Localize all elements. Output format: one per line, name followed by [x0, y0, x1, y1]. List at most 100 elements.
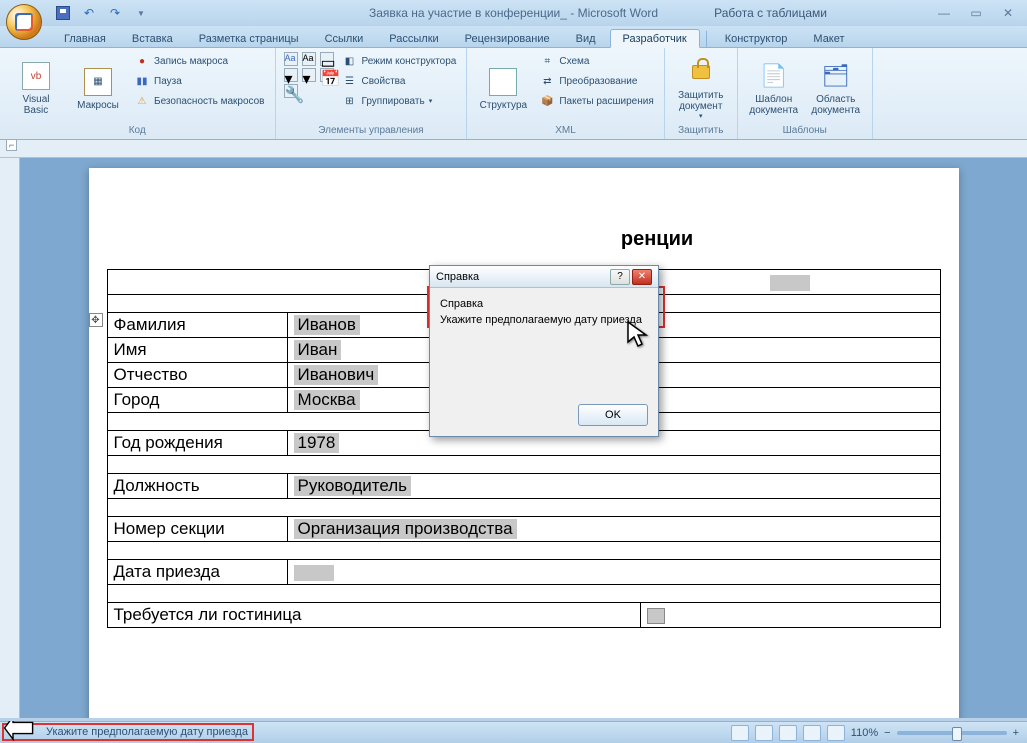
text-control-icon[interactable]: Aa: [302, 52, 316, 66]
tab-review[interactable]: Рецензирование: [453, 30, 562, 47]
record-icon: ●: [134, 53, 150, 69]
arrival-date-field[interactable]: [294, 565, 334, 581]
macro-security-button[interactable]: ⚠Безопасность макросов: [132, 92, 267, 110]
view-web-button[interactable]: [779, 725, 797, 741]
richtext-control-icon[interactable]: Aa: [284, 52, 298, 66]
lock-icon: [692, 65, 710, 79]
table-move-handle[interactable]: ✥: [89, 313, 103, 327]
maximize-button[interactable]: ▭: [965, 4, 987, 22]
office-button[interactable]: [6, 4, 42, 40]
zoom-slider[interactable]: [897, 731, 1007, 735]
window-title: Заявка на участие в конференции_ - Micro…: [369, 6, 658, 20]
save-button[interactable]: [52, 2, 74, 24]
view-fullscreen-button[interactable]: [755, 725, 773, 741]
surname-field[interactable]: Иванов: [294, 315, 360, 335]
zoom-level[interactable]: 110%: [851, 727, 878, 739]
tab-page-layout[interactable]: Разметка страницы: [187, 30, 311, 47]
schema-button[interactable]: ⌗Схема: [537, 52, 655, 70]
dialog-line1: Справка: [440, 296, 648, 312]
document-title: Заявка на участие в конференции: [107, 228, 941, 251]
section-field[interactable]: Организация производства: [294, 519, 517, 539]
group-title-code: Код: [8, 124, 267, 137]
patronymic-field[interactable]: Иванович: [294, 365, 379, 385]
horizontal-ruler[interactable]: ⌐: [0, 140, 1027, 158]
ok-button[interactable]: OK: [578, 404, 648, 426]
city-field[interactable]: Москва: [294, 390, 360, 410]
chevron-down-icon: ▾: [429, 97, 433, 105]
group-title-templates: Шаблоны: [746, 124, 864, 137]
tab-references[interactable]: Ссылки: [313, 30, 376, 47]
properties-icon: ☰: [342, 73, 358, 89]
protect-document-button[interactable]: Защитить документ ▾: [673, 52, 729, 124]
design-mode-button[interactable]: ◧Режим конструктора: [340, 52, 459, 70]
group-button[interactable]: ⊞Группировать▾: [340, 92, 459, 110]
zoom-in-button[interactable]: +: [1013, 727, 1019, 739]
zoom-out-button[interactable]: −: [884, 727, 890, 739]
transform-icon: ⇄: [539, 73, 555, 89]
date-field[interactable]: [770, 275, 810, 291]
tab-view[interactable]: Вид: [564, 30, 608, 47]
dialog-close-button[interactable]: ✕: [632, 269, 652, 285]
ruler-corner-icon[interactable]: ⌐: [6, 140, 17, 151]
redo-button[interactable]: ↷: [104, 2, 126, 24]
ribbon-group-templates: 📄 Шаблон документа 🗂 Область документа Ш…: [738, 48, 873, 139]
annotation-highlight-status: Укажите предполагаемую дату приезда: [2, 723, 254, 741]
pause-macro-button[interactable]: ▮▮Пауза: [132, 72, 267, 90]
save-icon: [56, 6, 70, 20]
document-template-button[interactable]: 📄 Шаблон документа: [746, 52, 802, 124]
ribbon-group-protect: Защитить документ ▾ Защитить: [665, 48, 738, 139]
ribbon-group-controls: Aa Aa ▭ ▾ ▾ 📅 🔧 ◧Режим конструктора ☰Сво…: [276, 48, 468, 139]
date-control-icon[interactable]: 📅: [320, 68, 334, 82]
ribbon-group-xml: Структура ⌗Схема ⇄Преобразование 📦Пакеты…: [467, 48, 664, 139]
dropdown-control-icon[interactable]: ▾: [302, 68, 316, 82]
document-panel-button[interactable]: 🗂 Область документа: [808, 52, 864, 124]
ribbon-group-code: vb Visual Basic ▦ Макросы ●Запись макрос…: [0, 48, 276, 139]
transform-button[interactable]: ⇄Преобразование: [537, 72, 655, 90]
document-canvas[interactable]: Заявка на участие в конференции ✥ Дата з…: [20, 158, 1027, 718]
dialog-line2: Укажите предполагаемую дату приезда: [440, 312, 648, 328]
tab-insert[interactable]: Вставка: [120, 30, 185, 47]
expansion-packs-button[interactable]: 📦Пакеты расширения: [537, 92, 655, 110]
vertical-ruler[interactable]: [0, 158, 20, 718]
group-title-protect: Защитить: [673, 124, 729, 137]
table-row: Номер секции Организация производства: [107, 517, 940, 542]
group-icon: ⊞: [342, 93, 358, 109]
picture-control-icon[interactable]: ▭: [320, 52, 334, 66]
tab-divider: [706, 31, 707, 47]
table-row: Дата приезда: [107, 560, 940, 585]
table-row: Требуется ли гостиница: [107, 603, 940, 628]
view-print-layout-button[interactable]: [731, 725, 749, 741]
ribbon-tabs: Главная Вставка Разметка страницы Ссылки…: [0, 26, 1027, 48]
view-outline-button[interactable]: [803, 725, 821, 741]
tab-table-design[interactable]: Конструктор: [713, 30, 800, 47]
tab-table-layout[interactable]: Макет: [801, 30, 856, 47]
tab-home[interactable]: Главная: [52, 30, 118, 47]
combo-control-icon[interactable]: ▾: [284, 68, 298, 82]
close-button[interactable]: ✕: [997, 4, 1019, 22]
dialog-titlebar[interactable]: Справка ? ✕: [430, 266, 658, 288]
undo-button[interactable]: ↶: [78, 2, 100, 24]
birth-year-field[interactable]: 1978: [294, 433, 340, 453]
dialog-help-button[interactable]: ?: [610, 269, 630, 285]
tab-developer[interactable]: Разработчик: [610, 29, 700, 48]
design-mode-icon: ◧: [342, 53, 358, 69]
qat-customize[interactable]: ▼: [130, 2, 152, 24]
structure-button[interactable]: Структура: [475, 52, 531, 124]
legacy-tools-icon[interactable]: 🔧: [284, 84, 298, 98]
visual-basic-icon: vb: [22, 62, 50, 90]
tab-mailings[interactable]: Рассылки: [377, 30, 450, 47]
macros-button[interactable]: ▦ Макросы: [70, 52, 126, 124]
view-draft-button[interactable]: [827, 725, 845, 741]
minimize-button[interactable]: —: [933, 4, 955, 22]
position-field[interactable]: Руководитель: [294, 476, 412, 496]
statusbar: Укажите предполагаемую дату приезда 110%…: [0, 721, 1027, 743]
record-macro-button[interactable]: ●Запись макроса: [132, 52, 267, 70]
visual-basic-button[interactable]: vb Visual Basic: [8, 52, 64, 124]
hotel-checkbox[interactable]: [647, 608, 665, 624]
help-dialog: Справка ? ✕ Справка Укажите предполагаем…: [429, 265, 659, 437]
undo-icon: ↶: [84, 6, 94, 20]
properties-button[interactable]: ☰Свойства: [340, 72, 459, 90]
table-row: Должность Руководитель: [107, 474, 940, 499]
name-field[interactable]: Иван: [294, 340, 342, 360]
document-page: Заявка на участие в конференции ✥ Дата з…: [89, 168, 959, 718]
